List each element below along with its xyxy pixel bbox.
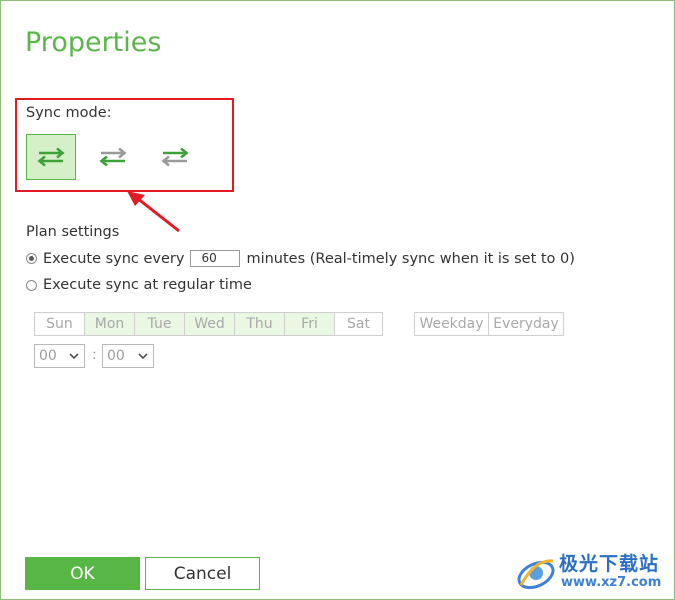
watermark: 极光下载站 www.xz7.com (513, 547, 673, 595)
day-button-mon[interactable]: Mon (85, 313, 135, 335)
execute-every-label: Execute sync every (43, 250, 185, 267)
minutes-input[interactable]: 60 (190, 250, 241, 267)
day-button-tue[interactable]: Tue (135, 313, 185, 335)
execute-regular-radio[interactable] (26, 279, 37, 291)
minute-select[interactable]: 00 (102, 344, 154, 368)
execute-regular-option[interactable]: Execute sync at regular time (26, 277, 252, 293)
annotation-arrow-icon (127, 191, 180, 233)
day-button-sat[interactable]: Sat (335, 313, 382, 335)
day-button-wed[interactable]: Wed (185, 313, 235, 335)
chevron-down-icon (138, 352, 148, 359)
dialog-title: Properties (25, 27, 162, 58)
ok-button[interactable]: OK (25, 557, 140, 590)
watermark-title: 极光下载站 (559, 553, 660, 575)
execute-every-option[interactable]: Execute sync every 60 minutes (Real-time… (26, 250, 575, 267)
time-separator: : (92, 347, 97, 363)
day-button-sun[interactable]: Sun (35, 313, 85, 335)
watermark-logo-icon (517, 559, 555, 590)
execute-every-radio[interactable] (26, 253, 37, 264)
weekday-preset-button[interactable]: Weekday (415, 313, 489, 335)
minutes-suffix-label: minutes (Real-timely sync when it is set… (246, 250, 575, 267)
day-button-fri[interactable]: Fri (285, 313, 335, 335)
weekday-selector: Sun Mon Tue Wed Thu Fri Sat (34, 312, 383, 336)
cancel-button[interactable]: Cancel (145, 557, 260, 590)
everyday-preset-button[interactable]: Everyday (489, 313, 563, 335)
hour-select[interactable]: 00 (34, 344, 85, 368)
properties-dialog: Properties Sync mode: Plan settings Exec… (0, 0, 675, 600)
annotation-highlight-box (15, 98, 234, 192)
plan-settings-heading: Plan settings (26, 224, 120, 240)
execute-regular-label: Execute sync at regular time (43, 277, 252, 293)
day-button-thu[interactable]: Thu (235, 313, 285, 335)
chevron-down-icon (69, 352, 79, 359)
minute-value: 00 (107, 348, 125, 364)
day-preset-selector: Weekday Everyday (414, 312, 564, 336)
watermark-url: www.xz7.com (561, 575, 662, 590)
hour-value: 00 (39, 348, 57, 364)
